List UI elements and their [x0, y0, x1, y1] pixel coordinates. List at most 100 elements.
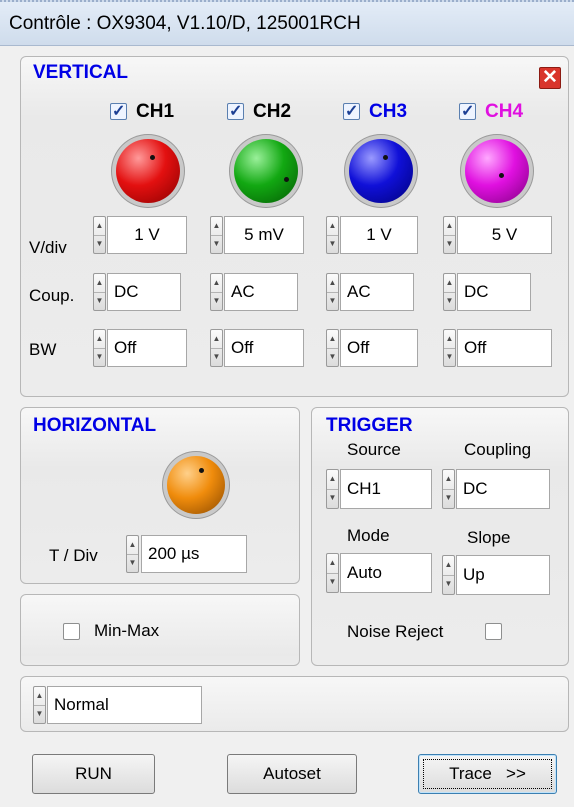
spin-up-icon[interactable]: ▲: [34, 687, 45, 706]
spin-down-icon[interactable]: ▼: [327, 348, 338, 366]
ch3-knob[interactable]: [349, 139, 413, 203]
spin-up-icon[interactable]: ▲: [211, 330, 222, 349]
minmax-checkbox[interactable]: [63, 623, 80, 640]
slope-field[interactable]: Up: [456, 555, 550, 595]
trigger-coupling-spinner[interactable]: ▲ ▼: [442, 469, 455, 509]
spin-down-icon[interactable]: ▼: [94, 292, 105, 310]
spin-up-icon[interactable]: ▲: [327, 217, 338, 236]
ch1-bw-spinner[interactable]: ▲ ▼: [93, 329, 106, 367]
ch1-checkbox[interactable]: [110, 101, 127, 121]
spin-down-icon[interactable]: ▼: [327, 573, 338, 592]
trace-button[interactable]: Trace >>: [418, 754, 557, 794]
ch4-coupling-field[interactable]: DC: [457, 273, 531, 311]
ch1-coupling-spinner[interactable]: ▲ ▼: [93, 273, 106, 311]
spin-down-icon[interactable]: ▼: [444, 292, 455, 310]
ch2-coupling-spinner[interactable]: ▲ ▼: [210, 273, 223, 311]
spin-down-icon[interactable]: ▼: [327, 292, 338, 310]
bw-row-label: BW: [29, 340, 57, 359]
spin-up-icon[interactable]: ▲: [94, 274, 105, 293]
minmax-panel: Min-Max: [20, 594, 300, 666]
ch4-bw-spinner[interactable]: ▲ ▼: [443, 329, 456, 367]
ch4-bw-field[interactable]: Off: [457, 329, 552, 367]
window-titlebar: Contrôle : OX9304, V1.10/D, 125001RCH: [0, 0, 574, 46]
ch3-coupling-spinner[interactable]: ▲ ▼: [326, 273, 339, 311]
tdiv-field[interactable]: 200 µs: [141, 535, 247, 573]
ch4-vdiv-spinner[interactable]: ▲ ▼: [443, 216, 456, 254]
acquisition-spinner[interactable]: ▲ ▼: [33, 686, 46, 724]
spin-up-icon[interactable]: ▲: [444, 274, 455, 293]
mode-spinner[interactable]: ▲ ▼: [326, 553, 339, 593]
horizontal-knob[interactable]: [167, 456, 225, 514]
spin-up-icon[interactable]: ▲: [211, 217, 222, 236]
ch2-vdiv-field[interactable]: 5 mV: [224, 216, 304, 254]
spin-down-icon[interactable]: ▼: [443, 575, 454, 594]
acquisition-mode-field[interactable]: Normal: [47, 686, 202, 724]
horizontal-panel: HORIZONTAL T / Div ▲ ▼ 200 µs: [20, 407, 300, 584]
trigger-coupling-field[interactable]: DC: [456, 469, 550, 509]
ch1-bw-field[interactable]: Off: [107, 329, 187, 367]
autoset-button[interactable]: Autoset: [227, 754, 357, 794]
ch3-vdiv-spinner[interactable]: ▲ ▼: [326, 216, 339, 254]
acquisition-panel: ▲ ▼ Normal: [20, 676, 569, 732]
source-field[interactable]: CH1: [340, 469, 432, 509]
ch2-bw-field[interactable]: Off: [224, 329, 304, 367]
ch1-coupling-field[interactable]: DC: [107, 273, 181, 311]
spin-up-icon[interactable]: ▲: [327, 330, 338, 349]
run-button[interactable]: RUN: [32, 754, 155, 794]
ch1-vdiv-spinner[interactable]: ▲ ▼: [93, 216, 106, 254]
close-icon[interactable]: ✕: [539, 67, 561, 89]
ch3-checkbox[interactable]: [343, 101, 360, 121]
spin-up-icon[interactable]: ▲: [94, 330, 105, 349]
trigger-title: TRIGGER: [326, 415, 413, 436]
ch3-label: CH3: [369, 101, 408, 122]
ch4-coupling-spinner[interactable]: ▲ ▼: [443, 273, 456, 311]
spin-down-icon[interactable]: ▼: [443, 489, 454, 508]
spin-up-icon[interactable]: ▲: [444, 330, 455, 349]
spin-up-icon[interactable]: ▲: [444, 217, 455, 236]
knob-indicator-dot: [499, 173, 504, 178]
spin-up-icon[interactable]: ▲: [443, 470, 454, 490]
ch3-coupling-field[interactable]: AC: [340, 273, 414, 311]
trigger-panel: TRIGGER Source Coupling ▲ ▼ CH1 ▲ ▼ DC Mod…: [311, 407, 569, 666]
spin-down-icon[interactable]: ▼: [327, 235, 338, 253]
ch2-coupling-field[interactable]: AC: [224, 273, 298, 311]
spin-up-icon[interactable]: ▲: [327, 274, 338, 293]
ch1-vdiv-field[interactable]: 1 V: [107, 216, 187, 254]
minmax-label: Min-Max: [94, 621, 160, 640]
ch4-vdiv-field[interactable]: 5 V: [457, 216, 552, 254]
ch4-checkbox[interactable]: [459, 101, 476, 121]
spin-down-icon[interactable]: ▼: [211, 235, 222, 253]
ch1-knob[interactable]: [116, 139, 180, 203]
ch2-vdiv-spinner[interactable]: ▲ ▼: [210, 216, 223, 254]
spin-up-icon[interactable]: ▲: [94, 217, 105, 236]
spin-down-icon[interactable]: ▼: [444, 348, 455, 366]
spin-down-icon[interactable]: ▼: [211, 292, 222, 310]
spin-up-icon[interactable]: ▲: [327, 554, 338, 574]
vdiv-row-label: V/div: [29, 238, 67, 257]
spin-up-icon[interactable]: ▲: [211, 274, 222, 293]
ch4-label: CH4: [485, 101, 524, 122]
vertical-title: VERTICAL: [33, 62, 128, 83]
spin-down-icon[interactable]: ▼: [94, 235, 105, 253]
ch3-bw-field[interactable]: Off: [340, 329, 418, 367]
ch3-vdiv-field[interactable]: 1 V: [340, 216, 418, 254]
spin-down-icon[interactable]: ▼: [444, 235, 455, 253]
spin-down-icon[interactable]: ▼: [211, 348, 222, 366]
ch3-bw-spinner[interactable]: ▲ ▼: [326, 329, 339, 367]
spin-down-icon[interactable]: ▼: [94, 348, 105, 366]
tdiv-spinner[interactable]: ▲ ▼: [126, 535, 139, 573]
slope-spinner[interactable]: ▲ ▼: [442, 555, 455, 595]
ch2-checkbox[interactable]: [227, 101, 244, 121]
ch2-bw-spinner[interactable]: ▲ ▼: [210, 329, 223, 367]
spin-up-icon[interactable]: ▲: [327, 470, 338, 490]
spin-up-icon[interactable]: ▲: [443, 556, 454, 576]
ch2-knob[interactable]: [234, 139, 298, 203]
spin-down-icon[interactable]: ▼: [127, 554, 138, 572]
mode-field[interactable]: Auto: [340, 553, 432, 593]
ch4-knob[interactable]: [465, 139, 529, 203]
spin-down-icon[interactable]: ▼: [327, 489, 338, 508]
spin-up-icon[interactable]: ▲: [127, 536, 138, 555]
source-spinner[interactable]: ▲ ▼: [326, 469, 339, 509]
noise-reject-checkbox[interactable]: [485, 623, 502, 640]
spin-down-icon[interactable]: ▼: [34, 705, 45, 723]
